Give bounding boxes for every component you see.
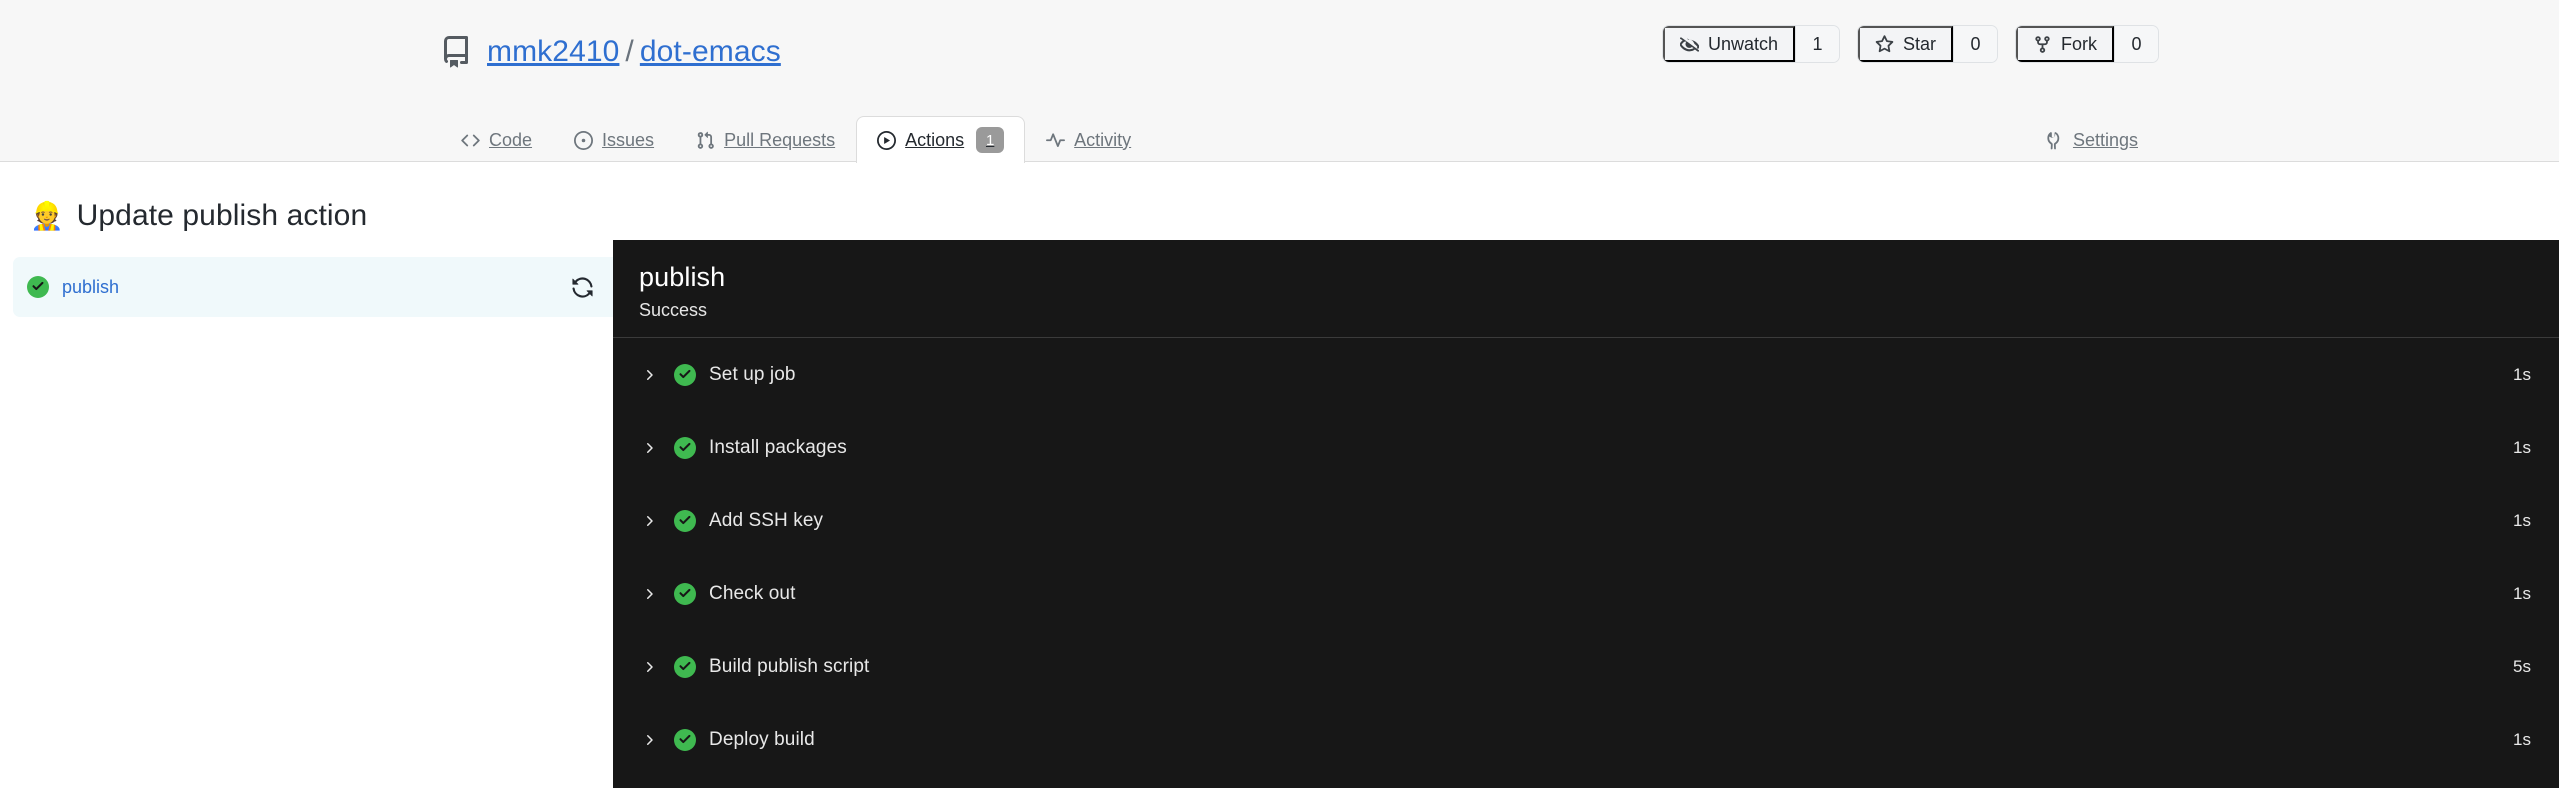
job-step-row[interactable]: Set up job 1s (613, 338, 2559, 411)
eye-closed-icon (1679, 35, 1699, 54)
job-step-duration: 5s (2513, 656, 2531, 676)
star-count[interactable]: 0 (1953, 26, 1997, 62)
tab-code-label: Code (489, 129, 533, 150)
jobs-sidebar: publish (0, 240, 613, 788)
star-button-label: Star (1902, 33, 1936, 54)
job-log-conclusion: Success (639, 300, 708, 321)
issue-opened-icon (574, 130, 594, 150)
watch-count[interactable]: 1 (1794, 26, 1839, 62)
job-step-row[interactable]: Check out 1s (613, 557, 2559, 630)
unwatch-button-label: Unwatch (1707, 33, 1778, 54)
play-circle-icon (877, 130, 897, 150)
tab-actions-label: Actions (905, 129, 965, 150)
sidebar-item-publish-label: publish (62, 276, 120, 297)
repo-actions: Unwatch 1 Star 0 Fork 0 (1661, 25, 2159, 63)
run-title-text: Update publish action (76, 199, 368, 232)
repo-icon (440, 36, 472, 68)
sidebar-item-publish[interactable]: publish (13, 257, 613, 317)
job-step-row[interactable]: Complete job 1s (613, 776, 2559, 788)
job-step-row[interactable]: Add SSH key 1s (613, 484, 2559, 557)
job-step-row[interactable]: Install packages 1s (613, 411, 2559, 484)
check-circle-fill-icon (27, 276, 62, 298)
repo-name-link[interactable]: dot-emacs (640, 35, 781, 68)
tab-actions[interactable]: Actions 1 (856, 116, 1026, 163)
tab-settings[interactable]: Settings (2024, 116, 2159, 163)
fork-button[interactable]: Fork (2016, 26, 2114, 62)
git-pull-request-icon (696, 131, 715, 150)
breadcrumb: mmk2410/dot-emacs (440, 36, 781, 68)
tab-settings-label: Settings (2072, 129, 2138, 150)
job-step-duration: 1s (2513, 364, 2531, 384)
job-log-title: publish (639, 262, 726, 292)
repo-path: mmk2410/dot-emacs (487, 37, 781, 67)
tab-activity-label: Activity (1074, 129, 1132, 150)
tab-issues[interactable]: Issues (553, 116, 675, 163)
tools-icon (2045, 131, 2064, 150)
repo-title-row: mmk2410/dot-emacs Unwatch 1 Star 0 Fork … (0, 0, 2559, 104)
job-step-label: Add SSH key (709, 509, 824, 531)
run-body: publish publish Success Set up job 1s In… (0, 240, 2559, 788)
job-step-label: Install packages (709, 436, 847, 458)
chevron-right-icon[interactable] (641, 732, 674, 748)
page-title: 👷 Update publish action (0, 162, 2559, 240)
job-log-header: publish Success (613, 240, 2559, 339)
sync-icon[interactable] (571, 276, 594, 299)
tab-pull-requests-label: Pull Requests (724, 129, 836, 150)
job-steps-list: Set up job 1s Install packages 1s Add SS… (613, 338, 2559, 788)
tab-activity[interactable]: Activity (1025, 116, 1152, 163)
job-step-row[interactable]: Deploy build 1s (613, 703, 2559, 776)
star-button[interactable]: Star (1857, 26, 1953, 62)
job-step-duration: 1s (2513, 437, 2531, 457)
tab-pull-requests[interactable]: Pull Requests (675, 116, 856, 163)
job-step-duration: 1s (2513, 510, 2531, 530)
check-circle-fill-icon (674, 728, 709, 751)
check-circle-fill-icon (674, 436, 709, 459)
job-step-duration: 1s (2513, 583, 2531, 603)
watch-button-group: Unwatch 1 (1661, 25, 1840, 63)
job-step-row[interactable]: Build publish script 5s (613, 630, 2559, 703)
job-step-label: Build publish script (709, 655, 870, 677)
fork-button-group: Fork 0 (2015, 25, 2159, 63)
check-circle-fill-icon (674, 363, 709, 386)
job-step-label: Deploy build (709, 728, 815, 750)
check-circle-fill-icon (674, 582, 709, 605)
repo-header: mmk2410/dot-emacs Unwatch 1 Star 0 Fork … (0, 0, 2559, 163)
chevron-right-icon[interactable] (641, 586, 674, 602)
job-step-label: Set up job (709, 363, 796, 385)
check-circle-fill-icon (674, 509, 709, 532)
run-emoji: 👷 (30, 200, 64, 231)
repo-owner-link[interactable]: mmk2410 (487, 35, 619, 68)
chevron-right-icon[interactable] (641, 367, 674, 383)
job-log-panel: publish Success Set up job 1s Install pa… (613, 240, 2559, 788)
tab-actions-badge: 1 (976, 127, 1005, 153)
chevron-right-icon[interactable] (641, 513, 674, 529)
tab-code[interactable]: Code (440, 116, 553, 163)
job-step-label: Check out (709, 582, 796, 604)
code-icon (461, 131, 480, 150)
fork-button-label: Fork (2061, 33, 2097, 54)
chevron-right-icon[interactable] (641, 440, 674, 456)
pulse-icon (1046, 131, 1066, 150)
tab-issues-label: Issues (602, 129, 655, 150)
chevron-right-icon[interactable] (641, 659, 674, 675)
fork-icon (2033, 35, 2052, 54)
job-step-duration: 1s (2513, 729, 2531, 749)
unwatch-button[interactable]: Unwatch (1662, 26, 1795, 62)
check-circle-fill-icon (674, 655, 709, 678)
star-icon (1875, 34, 1894, 54)
repo-path-separator: / (625, 35, 634, 68)
star-button-group: Star 0 (1856, 25, 1998, 63)
repo-nav: Code Issues Pull Requests Actions 1 Acti… (0, 104, 2559, 163)
fork-count[interactable]: 0 (2114, 26, 2158, 62)
